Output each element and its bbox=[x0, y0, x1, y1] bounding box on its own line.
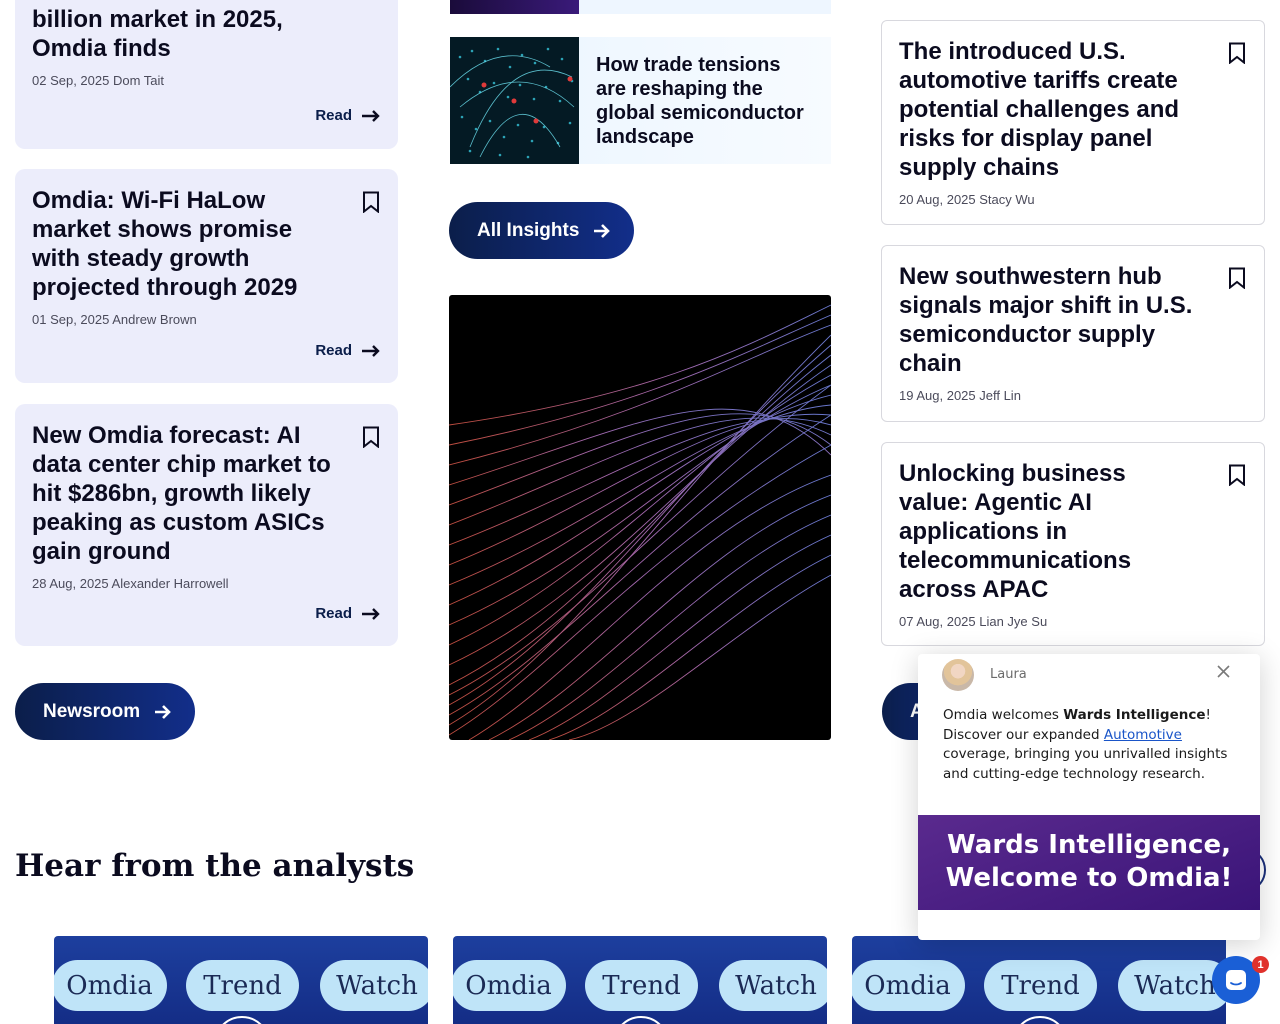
news-card[interactable]: Unlocking business value: Agentic AI app… bbox=[881, 442, 1265, 646]
news-card[interactable]: New southwestern hub signals major shift… bbox=[881, 245, 1265, 422]
agent-name: Laura bbox=[990, 667, 1027, 682]
news-card[interactable]: The introduced U.S. automotive tariffs c… bbox=[881, 20, 1265, 225]
chat-message-prefix: Omdia welcomes bbox=[943, 707, 1064, 723]
world-network-image bbox=[450, 37, 579, 164]
thumb-word-pill: Watch bbox=[719, 960, 827, 1011]
all-insights-button-label: All Insights bbox=[477, 219, 580, 241]
arrow-right-icon bbox=[362, 109, 380, 122]
arrow-right-icon bbox=[155, 704, 171, 719]
arrow-right-icon bbox=[362, 344, 380, 357]
newsroom-button[interactable]: Newsroom bbox=[15, 683, 195, 740]
chat-message-bold: Wards Intelligence bbox=[1063, 707, 1206, 723]
play-button-icon bbox=[613, 1016, 669, 1024]
automotive-link[interactable]: Automotive bbox=[1104, 727, 1182, 743]
video-thumbnail[interactable]: Omdia Trend Watch bbox=[453, 936, 827, 1024]
bookmark-icon[interactable] bbox=[1228, 464, 1246, 486]
agent-avatar bbox=[942, 659, 974, 691]
news-card[interactable]: New Omdia forecast: AI data center chip … bbox=[15, 404, 398, 646]
thumb-word-pill: Watch bbox=[320, 960, 428, 1011]
thumb-word-pill: Omdia bbox=[453, 960, 566, 1011]
thumb-word-pill: Watch bbox=[1118, 960, 1226, 1011]
read-label: Read bbox=[315, 605, 352, 622]
close-icon[interactable] bbox=[1217, 665, 1230, 678]
news-card-meta: 19 Aug, 2025 Jeff Lin bbox=[899, 388, 1021, 403]
thumb-word-pill: Trend bbox=[984, 960, 1097, 1011]
arrow-right-icon bbox=[362, 607, 380, 620]
feature-card-top-remnant[interactable] bbox=[450, 0, 831, 14]
news-card-title[interactable]: New southwestern hub signals major shift… bbox=[899, 262, 1209, 378]
abstract-fiber-image bbox=[449, 295, 831, 740]
thumb-word-pill: Trend bbox=[186, 960, 299, 1011]
news-card-title[interactable]: Unlocking business value: Agentic AI app… bbox=[899, 459, 1159, 604]
news-card-title[interactable]: New Omdia forecast: AI data center chip … bbox=[32, 421, 332, 566]
read-link[interactable]: Read bbox=[315, 342, 380, 359]
read-link[interactable]: Read bbox=[315, 107, 380, 124]
news-card[interactable]: Omdia: Wi-Fi HaLow market shows promise … bbox=[15, 169, 398, 383]
play-button-icon bbox=[214, 1016, 270, 1024]
read-link[interactable]: Read bbox=[315, 605, 380, 622]
notification-badge: 1 bbox=[1252, 956, 1269, 973]
feature-card-title[interactable]: How trade tensions are reshaping the glo… bbox=[596, 53, 816, 149]
read-label: Read bbox=[315, 107, 352, 124]
chat-message-suffix: coverage, bringing you unrivalled insigh… bbox=[943, 746, 1228, 782]
feature-card[interactable]: How trade tensions are reshaping the glo… bbox=[450, 37, 831, 164]
feature-thumb-remnant bbox=[450, 0, 579, 14]
read-label: Read bbox=[315, 342, 352, 359]
news-card[interactable]: accessories will be a $20 billion market… bbox=[15, 0, 398, 149]
promo-banner-line2: Welcome to Omdia! bbox=[945, 863, 1233, 893]
promo-banner[interactable]: Wards Intelligence, Welcome to Omdia! bbox=[918, 815, 1260, 910]
video-thumbnail[interactable]: Omdia Trend Watch bbox=[54, 936, 428, 1024]
thumb-word-pill: Omdia bbox=[54, 960, 167, 1011]
news-card-title[interactable]: The introduced U.S. automotive tariffs c… bbox=[899, 37, 1199, 182]
news-card-meta: 28 Aug, 2025 Alexander Harrowell bbox=[32, 576, 229, 591]
arrow-right-icon bbox=[594, 223, 611, 238]
thumb-word-pill: Trend bbox=[585, 960, 698, 1011]
play-button-icon bbox=[1012, 1016, 1068, 1024]
bookmark-icon[interactable] bbox=[362, 191, 380, 213]
bookmark-icon[interactable] bbox=[362, 426, 380, 448]
promo-banner-line1: Wards Intelligence, bbox=[947, 830, 1231, 860]
section-heading: Hear from the analysts bbox=[15, 848, 415, 884]
news-card-meta: 07 Aug, 2025 Lian Jye Su bbox=[899, 614, 1048, 629]
news-card-meta: 20 Aug, 2025 Stacy Wu bbox=[899, 192, 1035, 207]
chat-icon bbox=[1226, 970, 1246, 990]
news-card-title[interactable]: accessories will be a $20 billion market… bbox=[32, 0, 352, 63]
bookmark-icon[interactable] bbox=[1228, 42, 1246, 64]
news-card-meta: 02 Sep, 2025 Dom Tait bbox=[32, 73, 165, 88]
newsroom-button-label: Newsroom bbox=[43, 700, 141, 722]
bookmark-icon[interactable] bbox=[1228, 267, 1246, 289]
news-card-title[interactable]: Omdia: Wi-Fi HaLow market shows promise … bbox=[32, 186, 332, 302]
video-thumbnail[interactable]: Omdia Trend Watch bbox=[852, 936, 1226, 1024]
thumb-word-pill: Omdia bbox=[852, 960, 965, 1011]
all-insights-button[interactable]: All Insights bbox=[449, 202, 634, 259]
news-card-meta: 01 Sep, 2025 Andrew Brown bbox=[32, 312, 197, 327]
chat-message: Omdia welcomes Wards Intelligence! Disco… bbox=[943, 706, 1233, 784]
chat-popup[interactable]: Laura Omdia welcomes Wards Intelligence!… bbox=[918, 654, 1260, 940]
